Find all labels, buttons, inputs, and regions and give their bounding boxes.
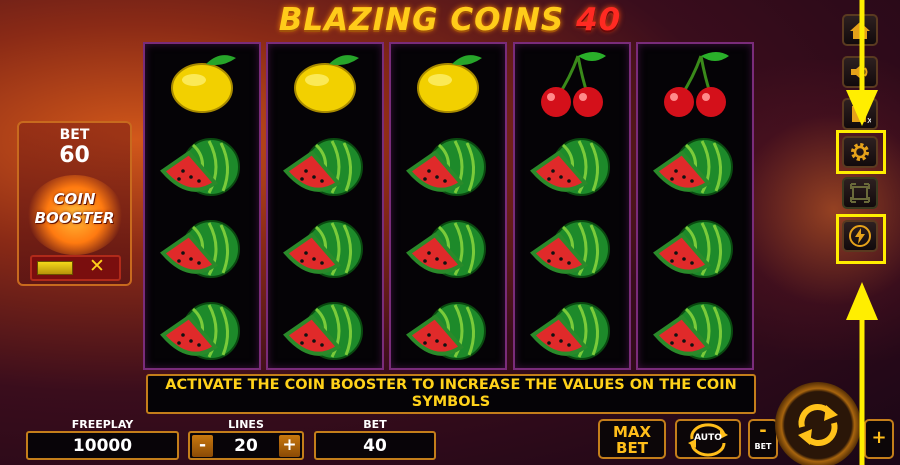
- coin-booster-toggle[interactable]: ✕: [30, 255, 121, 281]
- bet-label: BET: [363, 418, 387, 431]
- bet-value: 40: [314, 431, 436, 460]
- watermelon-symbol: [391, 126, 505, 208]
- lines-plus-button[interactable]: +: [279, 435, 300, 457]
- lines-value: 20: [234, 435, 258, 456]
- annotation-arrows: [846, 0, 878, 465]
- watermelon-symbol: [391, 290, 505, 372]
- bet-decrease-button[interactable]: - BET: [748, 419, 778, 459]
- game-title: BLAZING COINS 40: [0, 2, 900, 38]
- freeplay-balance: 10000: [26, 431, 179, 460]
- reel-4: [513, 42, 631, 370]
- lemon-symbol: [145, 44, 259, 126]
- auto-spin-button[interactable]: AUTO: [675, 419, 741, 459]
- watermelon-symbol: [268, 126, 382, 208]
- booster-title-line2: BOOSTER: [34, 209, 115, 227]
- watermelon-symbol: [638, 290, 752, 372]
- lines-minus-button[interactable]: -: [192, 435, 213, 457]
- watermelon-symbol: [145, 126, 259, 208]
- max-bet-line2: BET: [616, 439, 648, 457]
- lemon-symbol: [268, 44, 382, 126]
- reel-2: [266, 42, 384, 370]
- booster-title-line1: COIN: [53, 190, 96, 208]
- cherries-symbol: [515, 44, 629, 126]
- booster-bet-value: 60: [59, 143, 90, 168]
- max-bet-button[interactable]: MAX BET: [598, 419, 666, 459]
- auto-label: AUTO: [694, 433, 722, 443]
- arrow-up-head: [846, 282, 878, 320]
- lines-label: LINES: [228, 418, 264, 431]
- reel-3: [389, 42, 507, 370]
- watermelon-symbol: [268, 208, 382, 290]
- bet-decrease-label: BET: [754, 442, 772, 451]
- max-bet-line1: MAX: [612, 423, 652, 441]
- toggle-off-icon: ✕: [89, 255, 105, 277]
- reel-5: [636, 42, 754, 370]
- watermelon-symbol: [638, 208, 752, 290]
- watermelon-symbol: [515, 208, 629, 290]
- title-number: 40: [576, 2, 622, 38]
- watermelon-symbol: [515, 290, 629, 372]
- watermelon-symbol: [515, 126, 629, 208]
- toggle-knob: [37, 261, 73, 275]
- reel-1: [143, 42, 261, 370]
- booster-bet-label: BET: [59, 127, 90, 143]
- spin-arrows-icon: [798, 404, 838, 446]
- cherries-symbol: [638, 44, 752, 126]
- watermelon-symbol: [145, 208, 259, 290]
- bet-decrease-sign: -: [759, 420, 767, 441]
- freeplay-label: FREEPLAY: [71, 418, 134, 431]
- lemon-symbol: [391, 44, 505, 126]
- coin-booster-panel: BET 60 COIN BOOSTER ✕: [17, 121, 132, 286]
- booster-title: COIN BOOSTER: [19, 190, 130, 228]
- watermelon-symbol: [638, 126, 752, 208]
- watermelon-symbol: [268, 290, 382, 372]
- arrow-down-head: [846, 90, 878, 126]
- watermelon-symbol: [145, 290, 259, 372]
- info-message: ACTIVATE THE COIN BOOSTER TO INCREASE TH…: [146, 374, 756, 414]
- watermelon-symbol: [391, 208, 505, 290]
- title-main: BLAZING COINS: [278, 2, 565, 38]
